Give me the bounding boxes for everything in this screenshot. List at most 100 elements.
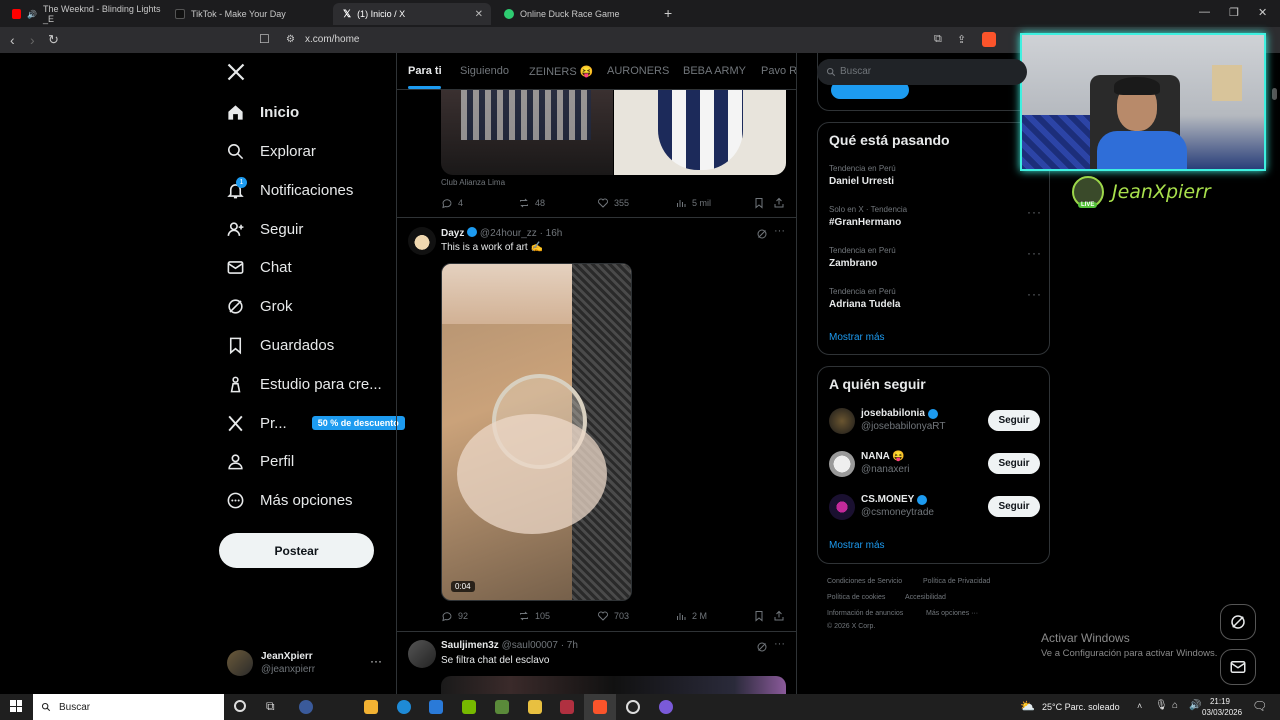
nvidia-icon[interactable] [462,700,476,714]
cortana-icon[interactable] [234,700,246,712]
sidebar-item-estudio[interactable]: Estudio para cre... [226,372,382,396]
views-button[interactable]: 2 M [675,610,707,622]
like-button[interactable]: 703 [597,610,629,622]
follow-button[interactable]: Seguir [988,410,1040,431]
account-menu-icon[interactable]: ··· [370,654,382,668]
close-tab-icon[interactable]: ✕ [475,9,483,20]
edge-icon[interactable] [397,700,411,714]
grok-icon[interactable] [756,641,768,653]
footer-link-terms[interactable]: Condiciones de Servicio [827,578,902,585]
forward-icon[interactable]: › [30,32,35,48]
sidebar-item-perfil[interactable]: Perfil [226,449,294,473]
author-handle[interactable]: @saul00007 [502,640,558,651]
follow-suggestion[interactable]: josebabilonia @josebabilonyaRT [861,408,945,432]
tweet-image[interactable] [441,90,786,175]
weather-icon[interactable]: ⛅ [1020,699,1035,713]
avatar[interactable] [829,494,855,520]
tab-youtube[interactable]: 🔊 The Weeknd - Blinding Lights _E [2,3,162,25]
footer-link-privacy[interactable]: Política de Privacidad [923,578,990,585]
site-info-icon[interactable]: ⚙ [286,34,295,45]
tweet-menu-icon[interactable]: ··· [774,225,785,237]
tab-zeiners[interactable]: ZEINERS 😝 [529,65,593,78]
obs-icon[interactable] [626,700,640,714]
tweet-image[interactable] [441,676,786,694]
share-icon[interactable]: ⇪ [957,33,966,46]
post-button[interactable]: Postear [219,533,374,568]
tweet-menu-icon[interactable]: ··· [774,638,785,650]
footer-link-more[interactable]: Más opciones ··· [926,610,978,617]
sidebar-item-notificaciones[interactable]: 1 Notificaciones [226,176,353,202]
trend-item[interactable]: Solo en X · Tendencia #GranHermano [829,205,907,228]
show-more-trends-link[interactable]: Mostrar más [829,332,885,343]
trend-menu-icon[interactable]: ··· [1027,205,1042,219]
app-icon[interactable] [560,700,574,714]
reply-button[interactable]: 4 [441,197,463,209]
store-icon[interactable] [364,700,378,714]
minecraft-icon[interactable] [495,700,509,714]
tab-para-ti[interactable]: Para ti [408,65,442,77]
trend-menu-icon[interactable]: ··· [1027,287,1042,301]
footer-link-cookies[interactable]: Política de cookies [827,594,885,601]
tab-pavo[interactable]: Pavo Ra [761,65,796,77]
avatar[interactable] [408,640,436,668]
sidebar-item-chat[interactable]: Chat [226,255,292,279]
trend-item[interactable]: Tendencia en Perú Adriana Tudela [829,287,901,310]
back-icon[interactable]: ‹ [10,32,15,48]
account-switcher[interactable]: JeanXpierr @jeanxpierr [261,651,315,675]
tab-duck-race[interactable]: Online Duck Race Game [494,3,654,25]
grok-icon[interactable] [756,228,768,240]
author-name[interactable]: Sauljimen3z [441,640,499,651]
search-input-front[interactable]: Buscar [826,66,871,77]
new-tab-button[interactable]: + [664,5,672,21]
footer-link-accessibility[interactable]: Accesibilidad [905,594,946,601]
open-external-icon[interactable]: ⧉ [934,33,942,46]
notification-center-icon[interactable]: 🗨 [1252,699,1267,713]
reply-button[interactable]: 92 [441,610,468,622]
avatar[interactable] [829,408,855,434]
tweet-time[interactable]: · 7h [561,640,578,651]
share-icon[interactable] [773,610,785,622]
follow-suggestion[interactable]: NANA 😝 @nanaxeri [861,451,910,475]
like-button[interactable]: 355 [597,197,629,209]
minimize-icon[interactable]: — [1199,6,1210,18]
clock[interactable]: 21:19 03/03/2026 [1202,696,1242,718]
author-handle[interactable]: @24hour_zz [480,228,537,239]
sidebar-item-explorar[interactable]: Explorar [226,139,316,163]
footer-link-ads-info[interactable]: Información de anuncios [827,610,903,617]
tab-siguiendo[interactable]: Siguiendo [460,65,509,77]
tweet-video[interactable]: 0:04 [441,263,632,601]
tweet-time[interactable]: · 16h [540,228,563,239]
avatar[interactable] [408,227,436,255]
restore-icon[interactable]: ❐ [1229,6,1239,19]
taskbar-search-box[interactable]: Buscar [33,694,224,720]
avatar[interactable] [227,650,253,676]
follow-button[interactable]: Seguir [988,453,1040,474]
folder-icon[interactable] [528,700,542,714]
sidebar-item-premium[interactable]: Pr... 50 % de descuento [226,411,405,435]
follow-button[interactable]: Seguir [988,496,1040,517]
trend-item[interactable]: Tendencia en Perú Daniel Urresti [829,164,896,187]
mic-icon[interactable]: 🎙 [1155,700,1168,711]
tray-expand-icon[interactable]: ˄ [1137,701,1142,711]
sidebar-item-mas-opciones[interactable]: Más opciones [226,488,353,512]
x-logo[interactable] [226,62,246,87]
repost-button[interactable]: 105 [518,610,550,622]
sidebar-item-seguir[interactable]: Seguir [226,217,303,241]
messages-fab[interactable] [1220,649,1256,685]
sidebar-item-grok[interactable]: Grok [226,294,293,318]
tab-tiktok[interactable]: TikTok - Make Your Day [165,3,330,25]
bookmark-page-icon[interactable]: ☐ [259,32,270,46]
page-scrollbar[interactable] [1272,88,1277,100]
tab-x-home[interactable]: 𝕏 (1) Inicio / X ✕ [333,3,491,25]
tab-auroners[interactable]: AURONERS [607,65,669,77]
volume-icon[interactable]: 🔊 [1189,700,1201,711]
weather-text[interactable]: 25°C Parc. soleado [1042,702,1120,712]
follow-suggestion[interactable]: CS.MONEY @csmoneytrade [861,494,934,518]
grok-fab[interactable] [1220,604,1256,640]
tab-beba-army[interactable]: BEBA ARMY [683,65,746,77]
reload-icon[interactable]: ↻ [48,32,59,48]
speedometer-app-icon[interactable] [299,700,313,714]
discord-icon[interactable] [659,700,673,714]
task-view-icon[interactable]: ⧉ [266,699,275,714]
network-icon[interactable]: ⌂ [1172,700,1178,711]
